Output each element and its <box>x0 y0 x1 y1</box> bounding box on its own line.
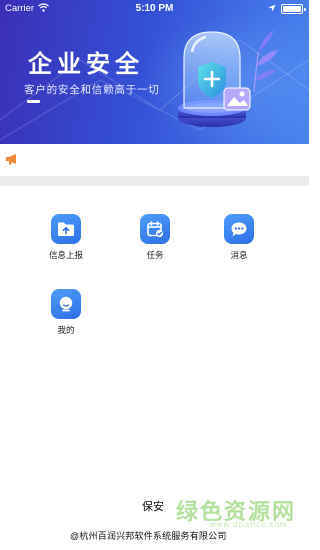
grid-label: 消息 <box>230 250 248 260</box>
security-shield-illustration <box>178 30 278 127</box>
hero-banner[interactable]: Carrier 5:10 PM 企业安全 客户的安全和信赖高于一切 <box>0 0 309 144</box>
battery-icon <box>281 4 306 14</box>
grid-label: 我的 <box>57 325 75 335</box>
grid-item-info-report[interactable]: 信息上报 <box>36 214 96 261</box>
grid-label: 任务 <box>146 250 164 260</box>
grid-item-profile[interactable]: 我的 <box>36 289 96 336</box>
calendar-check-icon <box>140 214 170 244</box>
grid-label: 信息上报 <box>48 250 83 260</box>
grid-item-tasks[interactable]: 任务 <box>125 214 185 261</box>
footer-company: @杭州百润兴邦软件系统服务有限公司 <box>70 531 227 541</box>
notice-bar[interactable] <box>0 144 309 176</box>
hero-subtitle: 客户的安全和信赖高于一切 <box>24 84 160 96</box>
upload-folder-icon <box>51 214 81 244</box>
chat-bubble-icon <box>224 214 254 244</box>
footer-user-name: 保安 <box>142 501 164 513</box>
location-arrow-icon <box>268 4 276 12</box>
hero-dash-accent <box>27 100 40 103</box>
watermark-url: www.downcc.com <box>210 520 288 529</box>
section-divider <box>0 176 309 186</box>
status-bar: Carrier 5:10 PM <box>0 0 309 16</box>
status-time: 5:10 PM <box>135 3 174 14</box>
grid-item-messages[interactable]: 消息 <box>209 214 269 261</box>
megaphone-icon <box>6 154 16 165</box>
profile-avatar-icon <box>51 289 81 319</box>
hero-title: 企业安全 <box>28 51 144 78</box>
